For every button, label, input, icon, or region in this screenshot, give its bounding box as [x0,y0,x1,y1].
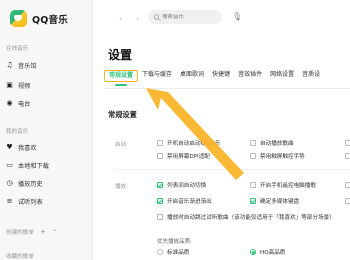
option-disable-dpi[interactable]: 禁用屏幕DPI适配 [157,152,210,160]
collected-playlists-label: 收藏的歌单 [6,254,34,260]
sidebar-item-local-downloads[interactable]: ▭ 本地和下载 [6,160,49,170]
sidebar-item-label: 视频 [18,82,31,90]
list-icon: ≡ [6,196,13,205]
sidebar-item-radio[interactable]: ◉ 电台 [6,98,30,108]
option-label: 自动播放歌曲 [260,141,294,147]
radio-icon: ◉ [6,98,13,107]
app-name: QQ音乐 [32,14,68,26]
group-title-general: 常规设置 [108,110,137,119]
tab-divider [104,88,350,89]
checkbox[interactable] [157,140,163,146]
sidebar-item-label: 试听列表 [18,198,43,206]
option-label: 开启音乐渐进渐出 [167,199,212,205]
option-phone-remote[interactable]: 开启手机遥控电脑播歌 [250,181,316,189]
checkbox[interactable] [250,153,256,159]
heart-icon: ♥ [6,142,13,151]
option-label: HQ高品质 [260,250,286,256]
created-playlists-label: 创建的歌单 [6,230,34,236]
option-standard-quality[interactable]: 标准品质 [157,248,189,256]
checkbox[interactable] [157,214,163,220]
section-my-music: 我的音乐 [6,129,29,135]
sidebar-item-play-history[interactable]: ◷ 播放历史 [6,178,43,188]
checkbox[interactable] [345,198,350,204]
option-list-autoswitch[interactable]: 列表间自动切换 [157,181,206,189]
quality-label: 优先播放品质: [157,239,192,245]
tab-desktop-lyrics[interactable]: 桌面歌词 [176,70,208,82]
option-label: 开启手机遥控电脑播歌 [260,183,316,189]
option-label: 列表间自动切换 [167,183,207,189]
tab-general[interactable]: 常规设置 [104,70,139,86]
sidebar-item-trial-list[interactable]: ≡ 试听列表 [6,196,43,206]
option-label: 播放时自动跳过试听歌曲（该功能仅适用于「我喜欢」等部分场景） [167,215,335,221]
sidebar: QQ音乐 在线音乐 ♫ 音乐馆 ▣ 视频 ◉ 电台 我的音乐 ♥ 我喜欢 ▭ 本… [0,0,93,260]
sidebar-item-label: 本地和下载 [18,162,49,170]
chevron-up-icon[interactable]: ⌃ [52,229,57,236]
section-online-music: 在线音乐 [6,46,29,52]
option-label: 禁用屏幕DPI适配 [167,154,210,160]
sidebar-item-label: 电台 [18,100,31,108]
search-input[interactable] [162,14,222,20]
option-label: 标准品质 [167,250,190,256]
option-autostart[interactable]: 开机自动启动QQ音乐 [157,139,221,147]
sidebar-item-music-hall[interactable]: ♫ 音乐馆 [6,60,37,70]
checkbox[interactable] [250,182,256,188]
sidebar-item-label: 播放历史 [18,180,43,188]
sidebar-item-label: 音乐馆 [18,62,37,70]
playback-label: 播放: [115,184,128,190]
startup-label: 启动: [115,142,128,148]
tab-shortcuts[interactable]: 快捷键 [208,70,234,82]
option-label: 禁用触屏触控手势 [260,154,305,160]
history-icon: ◷ [6,178,13,187]
option-autoplay[interactable]: 自动播放歌曲 [250,139,294,147]
qq-music-logo-icon [10,10,27,27]
radio[interactable] [157,249,163,255]
option-skip-trial[interactable]: 播放时自动跳过试听歌曲（该功能仅适用于「我喜欢」等部分场景） [157,213,335,221]
option-media-keys[interactable]: 确定多媒体键盘 [250,197,299,205]
search-icon [154,14,159,20]
tab-network[interactable]: 网络设置 [266,70,298,82]
back-arrow-icon[interactable]: ‹ [119,14,122,23]
checkbox[interactable] [345,140,350,146]
radio-checked[interactable] [250,249,256,255]
voice-search-icon[interactable]: 🎙︎ [232,12,242,21]
video-icon: ▣ [6,80,13,89]
checkbox[interactable] [345,153,350,159]
sidebar-item-video[interactable]: ▣ 视频 [6,80,30,90]
tab-download-cache[interactable]: 下载与缓存 [138,70,176,82]
settings-tabs: 常规设置 下载与缓存 桌面歌词 快捷键 音效插件 网络设置 音质设 [104,70,324,86]
tab-audio-quality[interactable]: 音质设 [298,70,324,82]
tab-sound-plugins[interactable]: 音效插件 [234,70,266,82]
checkbox-checked[interactable] [157,182,163,188]
computer-icon: ▭ [6,160,13,169]
app-logo[interactable]: QQ音乐 [10,10,68,27]
sidebar-item-favorites[interactable]: ♥ 我喜欢 [6,142,37,152]
search-bar[interactable] [148,10,222,24]
checkbox-checked[interactable] [250,198,256,204]
section-divider [115,169,350,170]
checkbox[interactable] [157,153,163,159]
option-fade-in-out[interactable]: 开启音乐渐进渐出 [157,197,212,205]
checkbox[interactable] [250,140,256,146]
created-playlists-row: 创建的歌单 + ⌃ [6,228,86,236]
option-disable-touch[interactable]: 禁用触屏触控手势 [250,152,305,160]
checkbox[interactable] [345,182,350,188]
music-note-icon: ♫ [6,60,13,69]
sidebar-item-label: 我喜欢 [18,144,37,152]
checkbox-checked[interactable] [157,198,163,204]
settings-panel: 设置 常规设置 下载与缓存 桌面歌词 快捷键 音效插件 网络设置 音质设 常规设… [93,36,350,260]
option-label: 确定多媒体键盘 [260,199,300,205]
option-hq-quality[interactable]: HQ高品质 [250,248,285,256]
option-label: 开机自动启动QQ音乐 [167,141,221,147]
forward-arrow-icon[interactable]: › [136,14,139,23]
page-title: 设置 [108,48,133,62]
add-icon[interactable]: + [40,228,46,236]
